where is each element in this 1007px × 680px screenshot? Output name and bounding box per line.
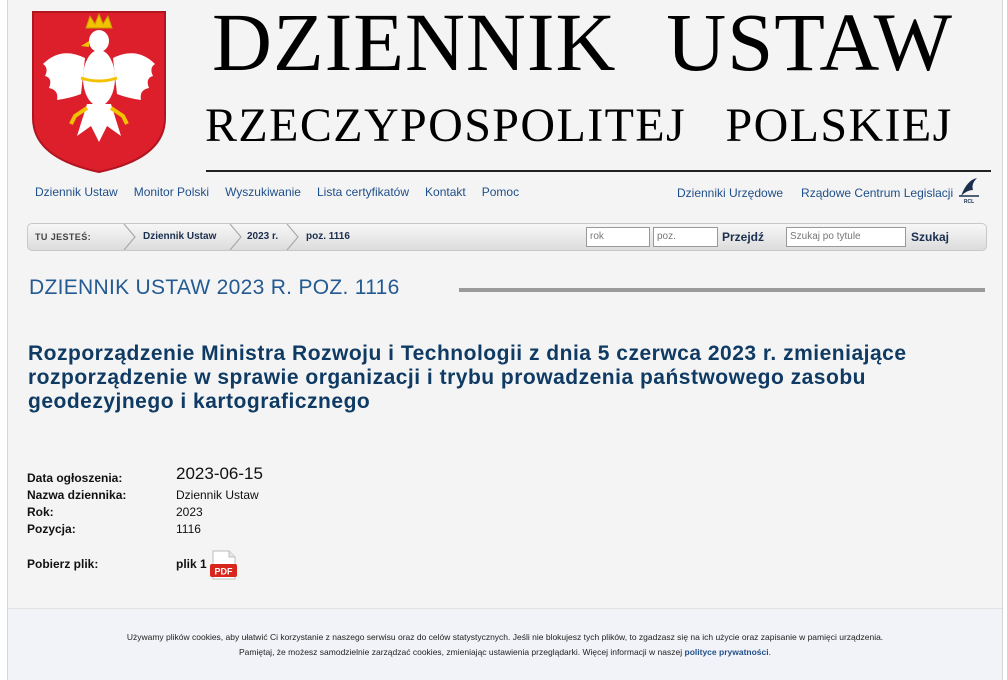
nav-rcl[interactable]: Rządowe Centrum Legislacji xyxy=(801,186,953,200)
breadcrumb-position: poz. 1116 xyxy=(306,231,350,242)
cookie-text-line1: Używamy plików cookies, aby ułatwić Ci k… xyxy=(126,632,884,642)
heading-rule xyxy=(459,288,985,292)
cookie-text-prefix: Pamiętaj, że możesz samodzielnie zarządz… xyxy=(239,647,683,657)
year-input[interactable]: rok xyxy=(586,227,650,247)
download-label: Pobierz plik: xyxy=(27,557,99,571)
breadcrumb-bar: TU JESTEŚ: Dziennik Ustaw 2023 r. poz. 1… xyxy=(27,223,987,251)
masthead-subtitle: RZECZYPOSPOLITEJ POLSKIEJ xyxy=(205,99,953,152)
journal-value: Dziennik Ustaw xyxy=(176,488,259,502)
search-button[interactable]: Szukaj xyxy=(911,230,949,244)
nav-kontakt[interactable]: Kontakt xyxy=(425,185,466,199)
secondary-nav: Dzienniki Urzędowe Rządowe Centrum Legis… xyxy=(677,186,971,200)
year-label: Rok: xyxy=(27,505,54,519)
go-button[interactable]: Przejdź xyxy=(722,230,764,244)
svg-text:RCL: RCL xyxy=(964,199,974,204)
privacy-policy-link[interactable]: polityce prywatności xyxy=(685,647,769,657)
cookie-text-line2: Pamiętaj, że możesz samodzielnie zarządz… xyxy=(8,647,1002,657)
position-input[interactable]: poz. xyxy=(653,227,718,247)
breadcrumb-separator-icon xyxy=(229,224,242,250)
position-value: 1116 xyxy=(176,522,201,536)
nav-dzienniki-urzedowe[interactable]: Dzienniki Urzędowe xyxy=(677,186,783,200)
breadcrumb-dziennik-ustaw[interactable]: Dziennik Ustaw xyxy=(143,231,216,242)
nav-monitor-polski[interactable]: Monitor Polski xyxy=(134,185,209,199)
breadcrumb-separator-icon xyxy=(123,224,136,250)
document-heading: DZIENNIK USTAW 2023 R. POZ. 1116 xyxy=(29,276,400,299)
position-label: Pozycja: xyxy=(27,522,76,536)
polish-eagle-emblem-icon[interactable] xyxy=(29,8,169,174)
nav-pomoc[interactable]: Pomoc xyxy=(482,185,519,199)
page: DZIENNIK USTAW RZECZYPOSPOLITEJ POLSKIEJ… xyxy=(0,0,1007,680)
nav-lista-certyfikatow[interactable]: Lista certyfikatów xyxy=(317,185,409,199)
masthead-divider xyxy=(206,170,991,172)
date-label: Data ogłoszenia: xyxy=(27,471,123,485)
nav-wyszukiwanie[interactable]: Wyszukiwanie xyxy=(225,185,301,199)
breadcrumb-label: TU JESTEŚ: xyxy=(35,232,92,242)
nav-dziennik-ustaw[interactable]: Dziennik Ustaw xyxy=(35,185,118,199)
year-value: 2023 xyxy=(176,505,203,519)
breadcrumb-year[interactable]: 2023 r. xyxy=(247,231,278,242)
main-nav: Dziennik Ustaw Monitor Polski Wyszukiwan… xyxy=(35,185,535,199)
masthead-title: DZIENNIK USTAW xyxy=(212,0,953,88)
breadcrumb-separator-icon xyxy=(286,224,299,250)
cookie-notice: Używamy plików cookies, aby ułatwić Ci k… xyxy=(8,608,1002,680)
rcl-logo-icon[interactable]: RCL xyxy=(957,176,981,204)
date-value: 2023-06-15 xyxy=(176,464,263,483)
svg-text:PDF: PDF xyxy=(215,567,234,577)
cookie-text-suffix: . xyxy=(768,647,771,657)
pdf-icon[interactable]: PDF xyxy=(209,550,239,580)
file-link[interactable]: plik 1 xyxy=(176,557,207,571)
title-search-input[interactable]: Szukaj po tytule xyxy=(786,227,906,247)
document-title: Rozporządzenie Ministra Rozwoju i Techno… xyxy=(28,342,907,413)
journal-label: Nazwa dziennika: xyxy=(27,488,127,502)
